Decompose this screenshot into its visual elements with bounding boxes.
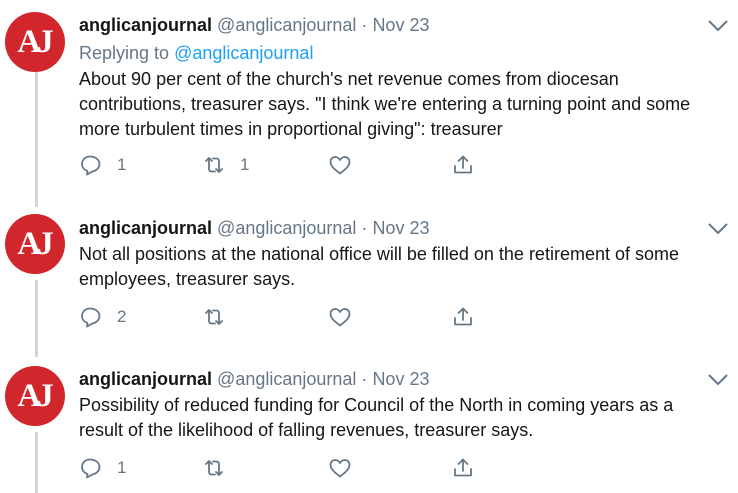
share-icon (454, 307, 472, 326)
separator: · (361, 218, 368, 238)
chevron-down-icon[interactable] (707, 19, 729, 33)
tweet-text: Possibility of reduced funding for Counc… (79, 393, 729, 443)
tweet[interactable]: AJ anglicanjournal @anglicanjournal · No… (0, 0, 738, 190)
like-button[interactable] (328, 304, 352, 330)
tweet-actions: 2 (79, 304, 499, 330)
retweet-count: 1 (240, 155, 250, 174)
tweet-actions: 1 (79, 455, 499, 481)
display-name[interactable]: anglicanjournal (79, 15, 212, 35)
reply-button[interactable]: 1 (79, 455, 126, 481)
tweet-header: anglicanjournal @anglicanjournal · Nov 2… (79, 14, 429, 36)
tweet-text-line: About 90 per cent of the church's net re… (79, 69, 619, 89)
tweet[interactable]: AJ anglicanjournal @anglicanjournal · No… (0, 352, 738, 493)
avatar[interactable]: AJ (5, 12, 65, 72)
tweet-date[interactable]: Nov 23 (372, 218, 429, 238)
tweet[interactable]: AJ anglicanjournal @anglicanjournal · No… (0, 200, 738, 340)
share-icon (454, 155, 472, 174)
like-button[interactable] (328, 455, 352, 481)
reply-count: 1 (117, 458, 127, 477)
tweet-text: Not all positions at the national office… (79, 242, 729, 292)
avatar-logo-text: AJ (17, 225, 53, 262)
reply-button[interactable]: 1 (79, 152, 126, 178)
share-button[interactable] (451, 152, 475, 178)
tweet-header: anglicanjournal @anglicanjournal · Nov 2… (79, 368, 429, 390)
separator: · (361, 15, 368, 35)
tweet-header: anglicanjournal @anglicanjournal · Nov 2… (79, 217, 429, 239)
reply-icon (81, 155, 101, 176)
chevron-down-icon[interactable] (707, 222, 729, 236)
chevron-down-icon[interactable] (707, 373, 729, 387)
tweet-date[interactable]: Nov 23 (372, 369, 429, 389)
tweet-text-line: employees, treasurer says. (79, 269, 296, 289)
tweet-text-line: more turbulent times in proportional giv… (79, 119, 503, 139)
display-name[interactable]: anglicanjournal (79, 369, 212, 389)
retweet-button[interactable]: 1 (202, 152, 249, 178)
retweet-icon (205, 309, 223, 325)
tweet-text-line: result of the likelihood of falling reve… (79, 420, 534, 440)
replying-to-link[interactable]: @anglicanjournal (174, 43, 313, 63)
reply-count: 2 (117, 307, 127, 326)
retweet-button[interactable] (202, 455, 240, 481)
reply-count: 1 (117, 155, 127, 174)
tweet-text-line: contributions, treasurer says. "I think … (79, 94, 691, 114)
tweet-text-line: Not all positions at the national office… (79, 244, 679, 264)
heart-icon (329, 459, 351, 478)
retweet-icon (205, 157, 223, 173)
reply-button[interactable]: 2 (79, 304, 126, 330)
share-button[interactable] (451, 304, 475, 330)
share-icon (454, 458, 472, 477)
tweet-text-line: Possibility of reduced funding for Counc… (79, 395, 674, 415)
tweet-text: About 90 per cent of the church's net re… (79, 67, 729, 142)
reply-icon (81, 458, 101, 479)
avatar[interactable]: AJ (5, 214, 65, 274)
display-name[interactable]: anglicanjournal (79, 218, 212, 238)
tweet-actions: 1 1 (79, 152, 499, 178)
user-handle[interactable]: @anglicanjournal (217, 15, 356, 35)
avatar-logo-text: AJ (17, 377, 53, 414)
tweet-date[interactable]: Nov 23 (372, 15, 429, 35)
retweet-button[interactable] (202, 304, 240, 330)
heart-icon (329, 308, 351, 327)
user-handle[interactable]: @anglicanjournal (217, 369, 356, 389)
replying-to-label: Replying to (79, 43, 170, 63)
share-button[interactable] (451, 455, 475, 481)
avatar-logo-text: AJ (17, 23, 53, 60)
separator: · (361, 369, 368, 389)
replying-to: Replying to @anglicanjournal (79, 42, 313, 64)
heart-icon (329, 156, 351, 175)
reply-icon (81, 307, 101, 328)
retweet-icon (205, 460, 223, 476)
like-button[interactable] (328, 152, 352, 178)
user-handle[interactable]: @anglicanjournal (217, 218, 356, 238)
avatar[interactable]: AJ (5, 366, 65, 426)
